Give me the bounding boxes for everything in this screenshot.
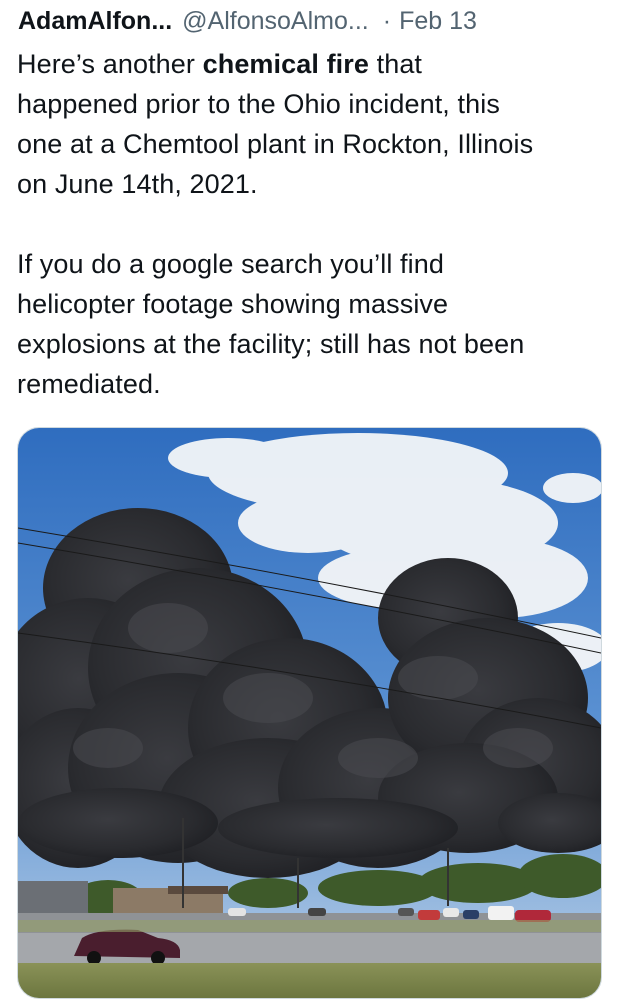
tweet-text-line: Here’s another chemical fire that xyxy=(17,44,617,84)
tweet-text-line: remediated. xyxy=(17,369,161,399)
tweet-text-line: on June 14th, 2021. xyxy=(17,169,258,199)
tweet[interactable]: AdamAlfon... @AlfonsoAlmo... · Feb 13 He… xyxy=(0,0,626,1002)
author-display-name[interactable]: AdamAlfon... xyxy=(18,3,172,39)
tweet-date[interactable]: Feb 13 xyxy=(399,3,477,39)
tweet-text-segment: that xyxy=(369,49,423,79)
tweet-text-segment: Here’s another xyxy=(17,49,203,79)
tweet-text-line: helicopter footage showing massive xyxy=(17,289,449,319)
tweet-text: Here’s another chemical fire that happen… xyxy=(17,44,617,404)
tweet-text-line: explosions at the facility; still has no… xyxy=(17,329,525,359)
grass-strip xyxy=(18,920,601,932)
tweet-text-bold: chemical fire xyxy=(202,49,369,79)
tweet-header: AdamAlfon... @AlfonsoAlmo... · Feb 13 xyxy=(18,3,477,39)
header-separator: · xyxy=(382,7,392,35)
tweet-text-line: one at a Chemtool plant in Rockton, Illi… xyxy=(17,129,534,159)
grass xyxy=(18,963,601,998)
smoke-plume-photo xyxy=(18,428,601,998)
author-handle[interactable]: @AlfonsoAlmo... xyxy=(182,3,369,39)
tweet-text-line: happened prior to the Ohio incident, thi… xyxy=(17,89,500,119)
tweet-photo[interactable] xyxy=(17,427,602,999)
tweet-text-line: If you do a google search you’ll find xyxy=(17,249,444,279)
